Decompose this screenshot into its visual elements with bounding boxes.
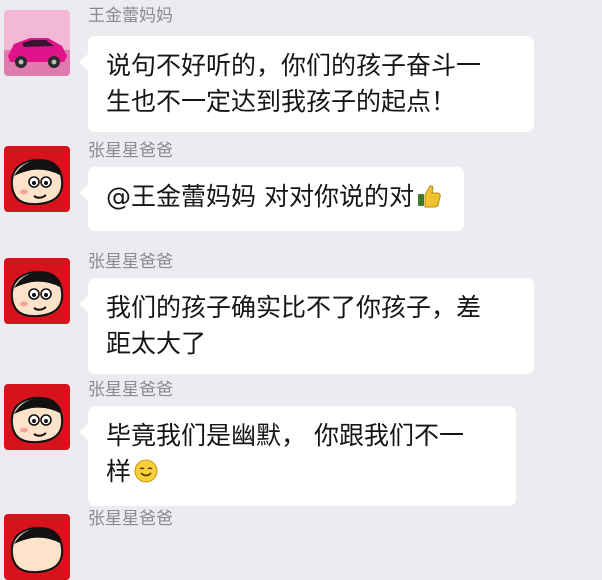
message-bubble[interactable]: 毕竟我们是幽默， 你跟我们不一 样 [79, 406, 516, 506]
sender-name: 王金蕾妈妈 [88, 6, 173, 26]
message-text: 距太大了 [106, 329, 207, 358]
message-bubble[interactable]: 我们的孩子确实比不了你孩子，差 距太大了 [79, 278, 534, 374]
message-text: 样 [106, 457, 132, 486]
thumbs-up-emoji [416, 183, 442, 219]
cartoon-boy-avatar[interactable] [4, 384, 70, 450]
cartoon-boy-avatar[interactable] [4, 514, 70, 580]
cartoon-boy-avatar[interactable] [4, 146, 70, 212]
smile-emoji [133, 458, 159, 494]
message-bubble[interactable]: @王金蕾妈妈 对对你说的对 [79, 167, 464, 231]
message-text: @王金蕾妈妈 对对你说的对 [106, 182, 414, 211]
message-text: 毕竟我们是幽默， 你跟我们不一 [106, 421, 464, 450]
sender-name: 张星星爸爸 [88, 252, 173, 272]
sender-name: 张星星爸爸 [88, 380, 173, 400]
message-bubble[interactable]: 说句不好听的，你们的孩子奋斗一 生也不一定达到我孩子的起点！ [79, 36, 534, 132]
cartoon-boy-avatar[interactable] [4, 258, 70, 324]
car-avatar[interactable] [4, 10, 70, 76]
sender-name: 张星星爸爸 [88, 509, 173, 529]
message-text: 说句不好听的，你们的孩子奋斗一 [106, 51, 482, 80]
sender-name: 张星星爸爸 [88, 141, 173, 161]
message-text: 我们的孩子确实比不了你孩子，差 [106, 293, 482, 322]
message-text: 生也不一定达到我孩子的起点！ [106, 87, 457, 116]
